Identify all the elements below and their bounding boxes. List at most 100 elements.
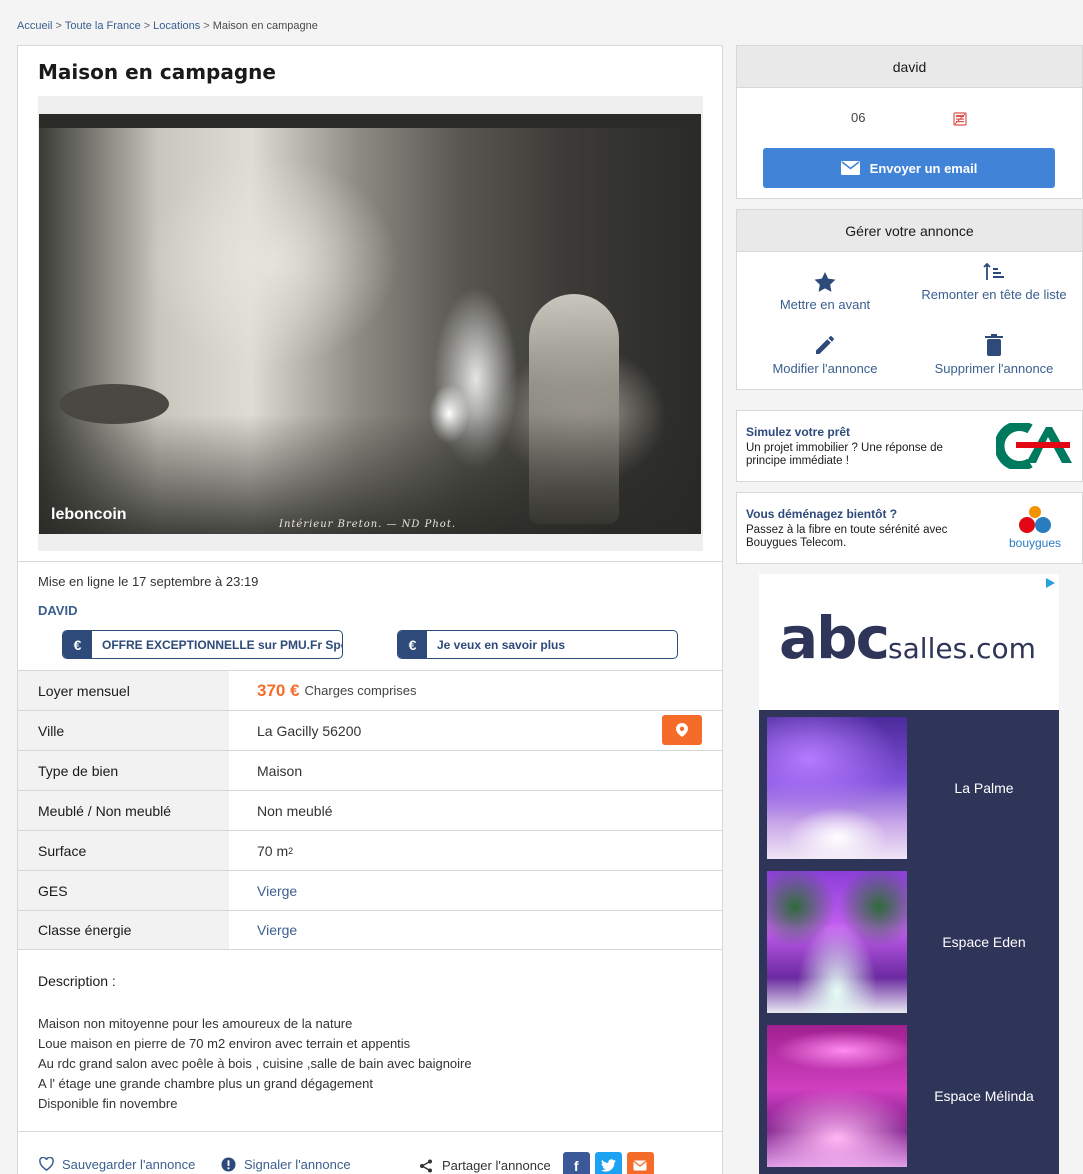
edit-listing-label: Modifier l'annonce bbox=[772, 361, 878, 376]
promo-text: Passez à la fibre en toute sérénité avec… bbox=[746, 524, 948, 549]
photo-floor bbox=[39, 414, 701, 534]
venue-card[interactable]: Espace Eden bbox=[767, 871, 1051, 1013]
attr-key: Loyer mensuel bbox=[18, 671, 229, 710]
contact-name: david bbox=[737, 46, 1082, 88]
description-line: Au rdc grand salon avec poêle à bois , c… bbox=[38, 1056, 472, 1071]
save-listing-button[interactable]: Sauvegarder l'annonce bbox=[38, 1156, 195, 1172]
breadcrumb-locations[interactable]: Locations bbox=[153, 20, 200, 32]
map-pin-icon bbox=[676, 723, 688, 737]
price: 370 € bbox=[257, 680, 300, 700]
attr-value-link[interactable]: Vierge bbox=[229, 911, 722, 949]
attributes-table: Loyer mensuel 370 € Charges comprises Vi… bbox=[18, 670, 722, 950]
attr-row-type: Type de bien Maison bbox=[18, 750, 722, 790]
report-listing-label: Signaler l'annonce bbox=[244, 1156, 351, 1172]
attr-key: Meublé / Non meublé bbox=[18, 791, 229, 830]
bump-listing-label: Remonter en tête de liste bbox=[921, 287, 1067, 302]
abcsalles-logo-abc: abc bbox=[779, 604, 890, 672]
attr-value: Non meublé bbox=[257, 802, 333, 819]
facebook-share-button[interactable]: f bbox=[562, 1152, 590, 1174]
photo-caption: Intérieur Breton. — ND Phot. bbox=[279, 519, 457, 530]
promo-title: Simulez votre prêt bbox=[746, 425, 851, 439]
phone-image-icon bbox=[953, 112, 967, 131]
photo-beam bbox=[39, 114, 701, 128]
description-text: Maison non mitoyenne pour les amoureux d… bbox=[38, 1014, 472, 1114]
manage-title: Gérer votre annonce bbox=[737, 210, 1082, 252]
promo-title: Vous déménagez bientôt ? bbox=[746, 507, 898, 521]
attr-row-surface: Surface 70 m2 bbox=[18, 830, 722, 870]
sort-up-icon bbox=[909, 262, 1079, 282]
share-icon bbox=[418, 1158, 434, 1174]
listing-photo[interactable]: Intérieur Breton. — ND Phot. leboncoin bbox=[39, 114, 701, 534]
alert-icon bbox=[220, 1156, 236, 1172]
promo-bouygues[interactable]: Vous déménagez bientôt ? Passez à la fib… bbox=[736, 492, 1083, 564]
send-email-button[interactable]: Envoyer un email bbox=[763, 148, 1055, 188]
svg-text:bouygues: bouygues bbox=[1009, 536, 1061, 550]
description-line: Disponible fin novembre bbox=[38, 1096, 178, 1111]
attr-key: Type de bien bbox=[18, 751, 229, 790]
breadcrumb-france[interactable]: Toute la France bbox=[65, 20, 141, 32]
attr-row-rent: Loyer mensuel 370 € Charges comprises bbox=[18, 670, 722, 710]
seller-name[interactable]: DAVID bbox=[38, 603, 77, 618]
venue-card[interactable]: La Palme bbox=[767, 717, 1051, 859]
pencil-icon bbox=[740, 334, 910, 356]
venue-photo bbox=[767, 871, 907, 1013]
delete-listing-label: Supprimer l'annonce bbox=[934, 361, 1054, 376]
offer-more-button[interactable]: € Je veux en savoir plus bbox=[397, 630, 678, 659]
promo-text: Un projet immobilier ? Une réponse de pr… bbox=[746, 442, 943, 467]
attr-value-link[interactable]: Vierge bbox=[229, 871, 722, 910]
share-label: Partager l'annonce bbox=[442, 1158, 551, 1173]
surface-unit-exponent: 2 bbox=[288, 845, 294, 856]
attr-value: 370 € Charges comprises bbox=[229, 671, 722, 710]
delete-listing-button[interactable]: Supprimer l'annonce bbox=[909, 334, 1079, 378]
divider bbox=[18, 1131, 722, 1132]
posted-date: Mise en ligne le 17 septembre à 23:19 bbox=[38, 574, 259, 589]
attr-row-energy: Classe énergie Vierge bbox=[18, 910, 722, 950]
price-note: Charges comprises bbox=[304, 683, 417, 698]
attr-row-city: Ville La Gacilly 56200 bbox=[18, 710, 722, 750]
save-listing-label: Sauvegarder l'annonce bbox=[62, 1156, 196, 1172]
heart-icon bbox=[38, 1156, 54, 1172]
venue-name: Espace Eden bbox=[942, 934, 1026, 950]
leboncoin-watermark: leboncoin bbox=[51, 506, 127, 523]
contact-card: david 06 Envoyer un email bbox=[736, 45, 1083, 199]
share-listing: Partager l'annonce f bbox=[418, 1152, 654, 1174]
attr-value: 70 m2 bbox=[229, 831, 722, 870]
surface-value: 70 m bbox=[257, 842, 289, 859]
promote-listing-label: Mettre en avant bbox=[779, 297, 871, 312]
abcsalles-logo: abc salles.com bbox=[779, 604, 1036, 672]
photo-gallery[interactable]: Intérieur Breton. — ND Phot. leboncoin bbox=[38, 96, 703, 551]
map-button[interactable] bbox=[662, 715, 702, 745]
twitter-icon bbox=[600, 1159, 616, 1172]
breadcrumb-separator: > bbox=[143, 20, 151, 32]
promote-listing-button[interactable]: Mettre en avant bbox=[740, 272, 910, 314]
bump-listing-button[interactable]: Remonter en tête de liste bbox=[909, 262, 1079, 304]
edit-listing-button[interactable]: Modifier l'annonce bbox=[740, 334, 910, 378]
offer-label: Je veux en savoir plus bbox=[437, 637, 566, 652]
breadcrumb-separator: > bbox=[55, 20, 62, 32]
city-value: La Gacilly 56200 bbox=[257, 722, 362, 739]
breadcrumb: Accueil > Toute la France > Locations > Maison… bbox=[17, 20, 318, 32]
offer-label: OFFRE EXCEPTIONNELLE sur PMU.Fr Spo bbox=[102, 637, 343, 652]
breadcrumb-home[interactable]: Accueil bbox=[17, 20, 52, 32]
breadcrumb-separator: > bbox=[203, 20, 210, 32]
attr-row-furnished: Meublé / Non meublé Non meublé bbox=[18, 790, 722, 830]
email-share-button[interactable] bbox=[626, 1152, 654, 1174]
attr-key: Ville bbox=[18, 711, 229, 750]
offer-pmu-button[interactable]: € OFFRE EXCEPTIONNELLE sur PMU.Fr Spo bbox=[62, 630, 343, 659]
description-title: Description : bbox=[38, 973, 116, 989]
abcsalles-logo-salles: salles.com bbox=[888, 632, 1036, 665]
venue-name: Espace Mélinda bbox=[934, 1088, 1034, 1104]
venue-photo bbox=[767, 717, 907, 859]
promo-loan[interactable]: Simulez votre prêt Un projet immobilier … bbox=[736, 410, 1083, 482]
envelope-icon bbox=[840, 161, 860, 175]
envelope-icon bbox=[633, 1160, 648, 1171]
attr-key: Classe énergie bbox=[18, 911, 229, 949]
phone-number[interactable]: 06 bbox=[851, 110, 865, 125]
venue-card[interactable]: Espace Mélinda bbox=[767, 1025, 1051, 1167]
description-line: Maison non mitoyenne pour les amoureux d… bbox=[38, 1016, 353, 1031]
report-listing-button[interactable]: Signaler l'annonce bbox=[220, 1156, 351, 1172]
advertisement-abcsalles[interactable]: abc salles.com La Palme Espace Eden Espac… bbox=[759, 574, 1059, 1174]
adchoices-icon[interactable] bbox=[1043, 576, 1057, 590]
euro-icon: € bbox=[63, 631, 92, 658]
twitter-share-button[interactable] bbox=[594, 1152, 622, 1174]
